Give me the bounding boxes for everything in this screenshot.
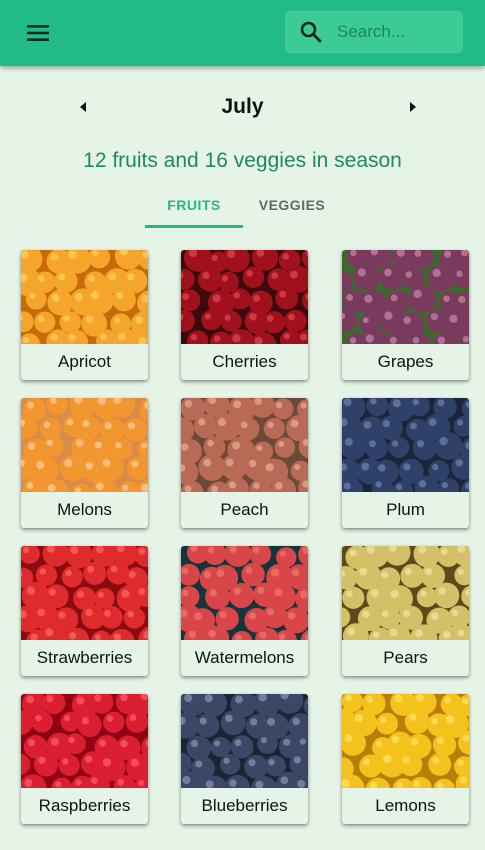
produce-name: Melons <box>57 500 112 519</box>
produce-photo <box>342 546 469 640</box>
produce-card[interactable]: Grapes <box>342 250 469 380</box>
produce-photo <box>181 546 308 640</box>
tab-fruits[interactable]: FRUITS <box>145 184 243 228</box>
produce-photo <box>21 546 148 640</box>
produce-card[interactable]: Blueberries <box>181 694 308 824</box>
produce-photo <box>181 398 308 492</box>
category-tabs: FRUITS VEGGIES <box>145 184 341 228</box>
produce-card[interactable]: Cherries <box>181 250 308 380</box>
month-navigation: July <box>0 84 485 130</box>
produce-card[interactable]: Strawberries <box>21 546 148 676</box>
tab-veggies[interactable]: VEGGIES <box>243 184 341 228</box>
next-month-button[interactable] <box>398 92 428 122</box>
produce-name: Lemons <box>375 796 436 815</box>
produce-card[interactable]: Pears <box>342 546 469 676</box>
search-icon <box>285 11 337 53</box>
produce-photo <box>342 694 469 788</box>
produce-name: Peach <box>220 500 269 519</box>
produce-name: Plum <box>386 500 425 519</box>
produce-name: Strawberries <box>36 648 133 667</box>
hamburger-menu-icon <box>27 25 49 41</box>
produce-card[interactable]: Peach <box>181 398 308 528</box>
search-input[interactable] <box>337 17 455 47</box>
produce-name: Grapes <box>377 352 434 371</box>
season-summary: 12 fruits and 16 veggies in season <box>83 149 402 172</box>
app-bar <box>0 0 485 66</box>
produce-name: Pears <box>383 648 428 667</box>
menu-button[interactable] <box>14 9 62 57</box>
produce-name: Apricot <box>58 352 111 371</box>
produce-card[interactable]: Watermelons <box>181 546 308 676</box>
produce-card[interactable]: Raspberries <box>21 694 148 824</box>
produce-name: Raspberries <box>38 796 131 815</box>
produce-photo <box>342 398 469 492</box>
produce-card[interactable]: Plum <box>342 398 469 528</box>
produce-photo <box>181 694 308 788</box>
produce-photo <box>21 250 148 344</box>
produce-name: Blueberries <box>201 796 288 815</box>
produce-photo <box>21 398 148 492</box>
produce-name: Cherries <box>212 352 277 371</box>
produce-card[interactable]: Lemons <box>342 694 469 824</box>
produce-card[interactable]: Melons <box>21 398 148 528</box>
produce-photo <box>342 250 469 344</box>
produce-name: Watermelons <box>194 648 295 667</box>
produce-photo <box>21 694 148 788</box>
produce-card[interactable]: Apricot <box>21 250 148 380</box>
search-box[interactable] <box>285 11 463 53</box>
produce-photo <box>181 250 308 344</box>
chevron-right-icon <box>410 102 416 112</box>
